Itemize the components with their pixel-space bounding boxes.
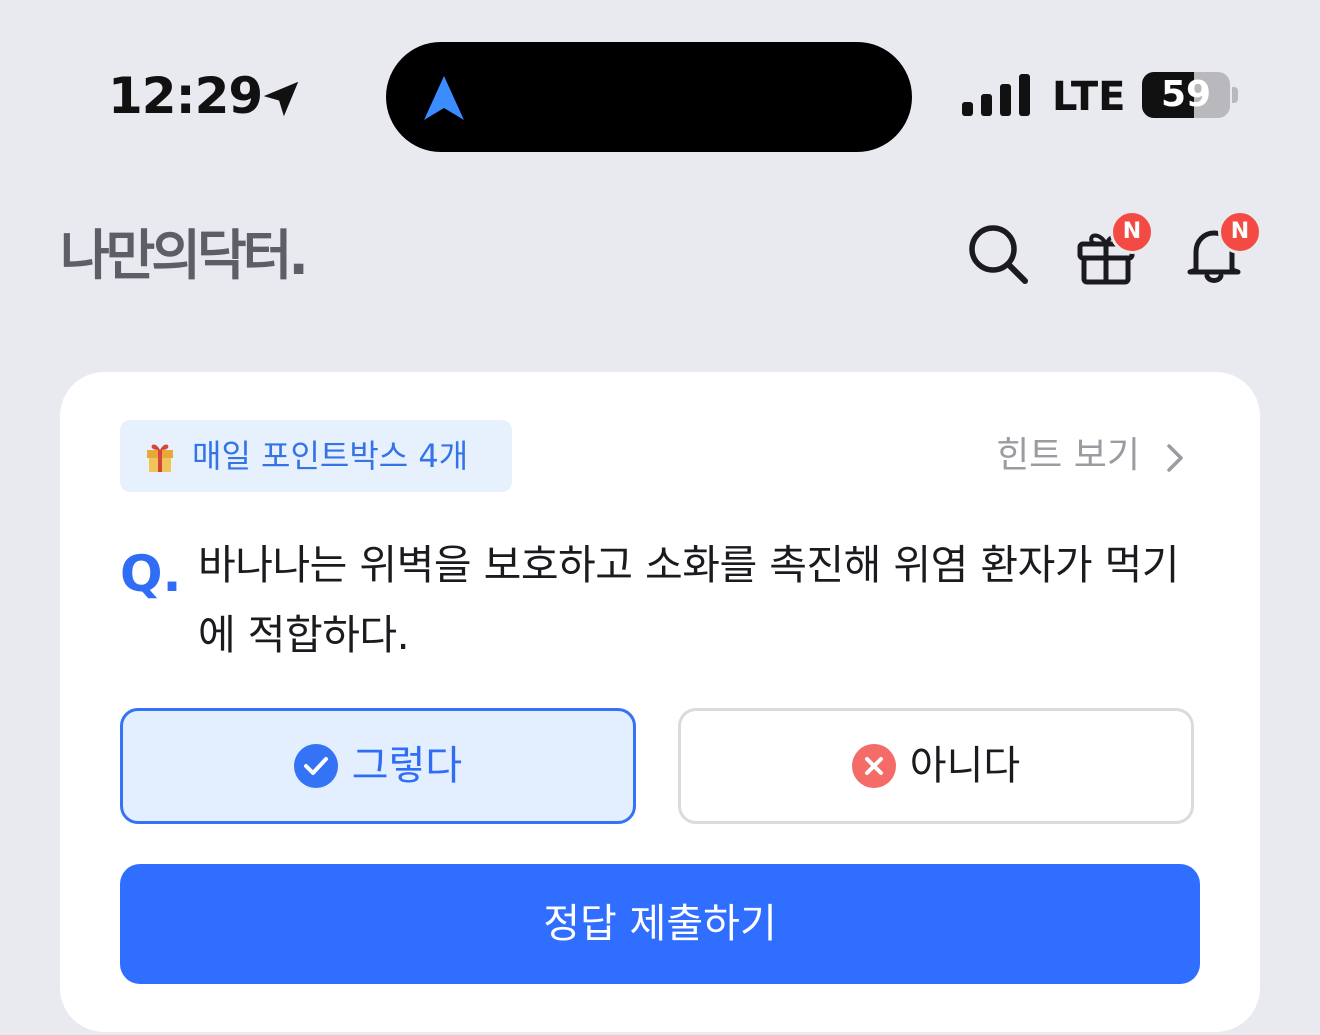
gift-box-icon [147,444,173,472]
location-arrow-icon [263,81,299,117]
point-box-label: 매일 포인트박스 4개 [192,437,469,475]
navigation-arrow-icon [424,76,464,120]
app-logo[interactable]: 나만의닥터. [60,218,309,294]
hint-link[interactable]: 힌트 보기 [996,434,1140,478]
check-circle-icon [293,744,338,788]
battery-percent: 59 [1160,74,1212,115]
battery-indicator: 59 [1142,72,1230,118]
submit-answer-button[interactable]: 정답 제출하기 [120,864,1200,984]
question-text: 바나나는 위벽을 보호하고 소화를 촉진해 위염 환자가 먹기에 적합하다. [198,541,1180,659]
signal-bars-icon [962,74,1030,116]
search-icon[interactable] [966,222,1030,286]
status-bar: 12:29 LTE 59 [0,0,1320,190]
status-time: 12:29 [108,67,263,125]
network-type: LTE [1052,74,1126,120]
answer-no-button[interactable]: 아니다 [678,708,1194,824]
point-box-pill[interactable]: 매일 포인트박스 4개 [120,420,512,492]
chevron-right-icon[interactable] [1164,442,1186,474]
quiz-card: 매일 포인트박스 4개 힌트 보기 Q. 바나나는 위벽을 보호하고 소화를 촉… [60,372,1260,1032]
question-mark-label: Q. [120,545,182,603]
battery-tip [1232,87,1238,103]
gift-new-badge: N [1110,210,1154,254]
dynamic-island [386,42,912,152]
answer-no-label: 아니다 [909,743,1021,789]
bell-new-badge: N [1218,210,1262,254]
answer-yes-label: 그렇다 [351,743,463,789]
x-circle-icon [851,744,896,788]
answer-yes-button[interactable]: 그렇다 [120,708,636,824]
